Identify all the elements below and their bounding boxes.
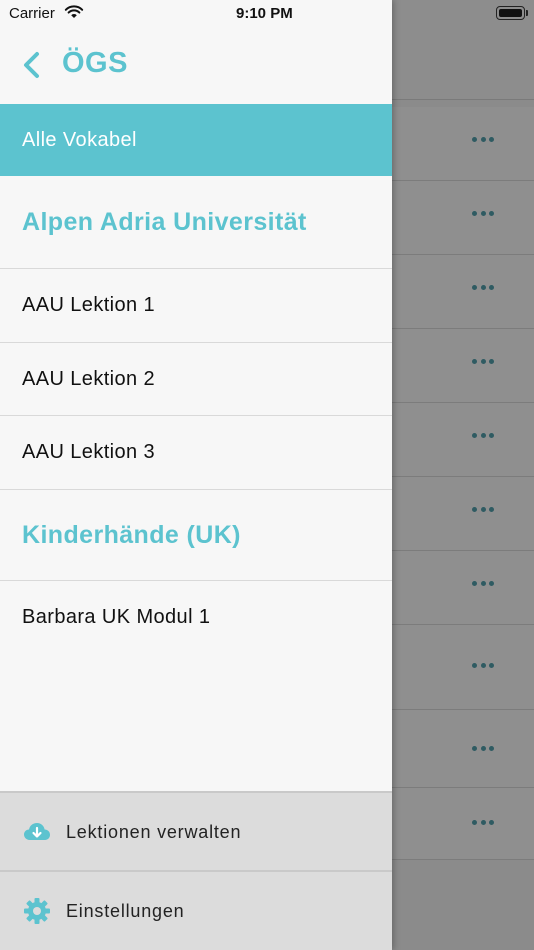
background-list-row [392,181,534,255]
section-header-kinderhaende: Kinderhände (UK) [0,490,392,581]
menu-item-label: AAU Lektion 1 [22,294,156,316]
background-list-row [392,477,534,551]
more-dots-icon [472,359,494,365]
manage-lessons-button[interactable]: Lektionen verwalten [0,793,392,871]
more-dots-icon [472,285,494,291]
gear-icon [24,898,50,924]
battery-icon [496,6,525,20]
menu-item-alle-vokabel[interactable]: Alle Vokabel [0,104,392,176]
menu-item-label: AAU Lektion 2 [22,367,156,390]
cloud-download-icon [24,823,50,840]
background-list-row [392,329,534,403]
background-list-row [392,255,534,329]
background-list-row [392,710,534,788]
status-bar: Carrier 9:10 PM [0,0,534,28]
more-dots-icon [472,820,494,826]
drawer-nav-bar: ÖGS [0,28,392,104]
menu-item-label: Barbara UK Modul 1 [22,606,211,628]
menu-item-label: AAU Lektion 3 [22,441,156,463]
menu-item-barbara-uk-modul-1[interactable]: Barbara UK Modul 1 [0,581,392,654]
more-dots-icon [472,433,494,439]
battery-tip [526,10,528,16]
section-header-label: Kinderhände (UK) [22,520,241,549]
more-dots-icon [472,507,494,513]
wifi-icon [64,5,84,18]
background-list-row [392,788,534,860]
section-header-label: Alpen Adria Universität [22,207,307,236]
more-dots-icon [472,746,494,752]
background-list-row [392,551,534,625]
section-header-alpen-adria: Alpen Adria Universität [0,176,392,269]
more-dots-icon [472,581,494,587]
manage-lessons-label: Lektionen verwalten [66,821,242,842]
menu-item-aau-lektion-2[interactable]: AAU Lektion 2 [0,343,392,416]
settings-label: Einstellungen [66,900,185,921]
more-dots-icon [472,211,494,217]
menu-item-aau-lektion-3[interactable]: AAU Lektion 3 [0,416,392,490]
more-dots-icon [472,663,494,669]
background-list-row [392,403,534,477]
settings-button[interactable]: Einstellungen [0,872,392,950]
drawer-title: ÖGS [62,47,128,79]
background-list-row [392,625,534,710]
menu-item-label: Alle Vokabel [22,128,137,151]
more-dots-icon [472,137,494,143]
side-drawer: ÖGS Alle Vokabel Alpen Adria Universität… [0,0,392,950]
background-list-row [392,107,534,181]
menu-item-aau-lektion-1[interactable]: AAU Lektion 1 [0,269,392,343]
carrier-label: Carrier [9,5,55,22]
status-time: 9:10 PM [236,5,293,22]
back-chevron-icon[interactable] [18,48,44,82]
